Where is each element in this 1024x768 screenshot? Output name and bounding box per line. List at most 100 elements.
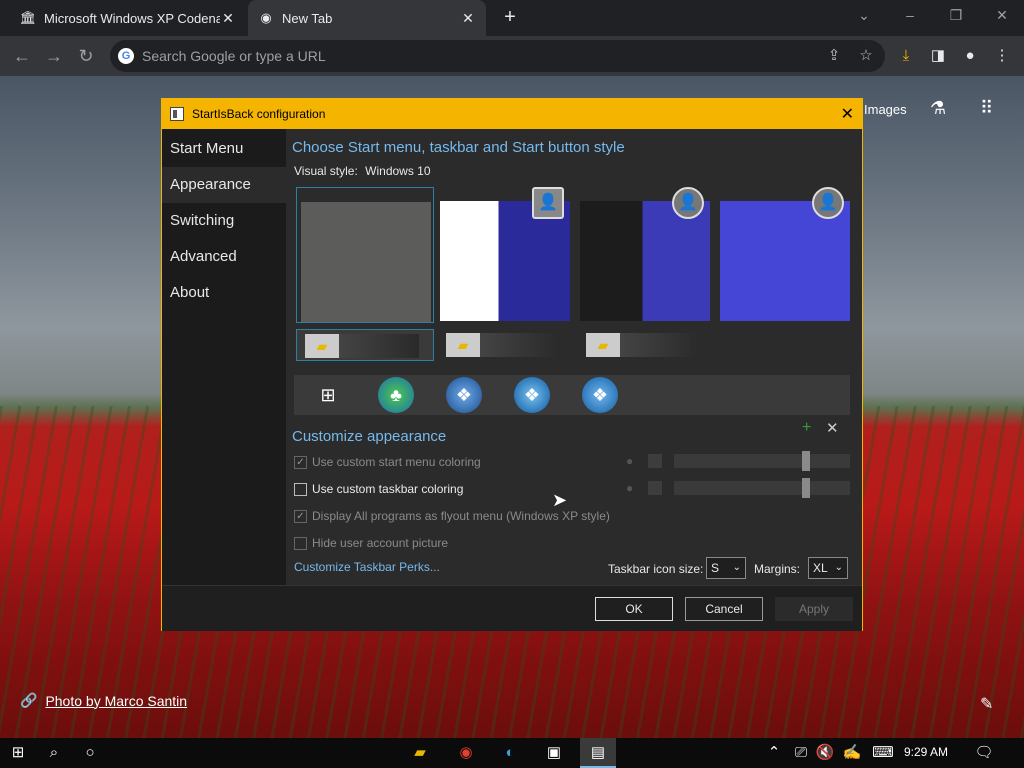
tray-chevron-up-icon[interactable]: ⌃ bbox=[760, 738, 788, 768]
chrome-taskbar-icon[interactable]: ◉ bbox=[448, 738, 484, 768]
tab-title: New Tab bbox=[282, 10, 333, 26]
ok-button[interactable]: OK bbox=[595, 597, 673, 621]
color-swatch[interactable] bbox=[648, 454, 662, 468]
bookmark-star-icon[interactable]: ☆ bbox=[856, 46, 876, 66]
close-tab-icon[interactable]: ✕ bbox=[460, 10, 476, 27]
nav-about[interactable]: About bbox=[162, 275, 286, 311]
start-menu-opacity-slider[interactable] bbox=[674, 451, 850, 471]
browser-toolbar: ← → ↻ G ⇪ ☆ ⤓ ◨ ● ⋮ bbox=[0, 36, 1024, 76]
pen-ink-icon[interactable]: ✍ bbox=[838, 738, 866, 768]
dialog-title: StartIsBack configuration bbox=[192, 107, 326, 121]
side-panel-icon[interactable]: ◨ bbox=[926, 44, 950, 68]
start-menu-style-windows10[interactable] bbox=[296, 187, 434, 323]
store-icon[interactable]: ▣ bbox=[536, 738, 572, 768]
checkbox-label: Display All programs as flyout menu (Win… bbox=[312, 509, 610, 523]
labs-flask-icon[interactable]: ⚗ bbox=[930, 98, 946, 119]
color-drop-icon: ● bbox=[626, 481, 634, 495]
network-icon[interactable]: ⎚ bbox=[788, 738, 814, 768]
nav-switching[interactable]: Switching bbox=[162, 203, 286, 239]
user-avatar-icon: 👤 bbox=[532, 187, 564, 219]
start-menu-style-2[interactable]: 👤 bbox=[436, 187, 574, 323]
start-button-styles: ⊞ ♣ ❖ ❖ ❖ bbox=[294, 375, 850, 415]
omnibox-input[interactable] bbox=[142, 40, 792, 72]
custom-start-menu-coloring-checkbox[interactable]: ✓ Use custom start menu coloring bbox=[294, 453, 481, 471]
keyboard-icon[interactable]: ⌨ bbox=[868, 738, 898, 768]
chevron-down-icon: ⌄ bbox=[834, 562, 843, 573]
profile-avatar-icon[interactable]: ● bbox=[958, 44, 982, 68]
checkbox-label: Use custom start menu coloring bbox=[312, 455, 481, 469]
notifications-icon[interactable]: 🗨 bbox=[966, 738, 1002, 768]
start-menu-style-3[interactable]: 👤 bbox=[576, 187, 714, 323]
photo-credit-text: Photo by Marco Santin bbox=[45, 692, 188, 709]
minimize-icon[interactable]: – bbox=[898, 4, 922, 28]
restore-icon[interactable]: ❐ bbox=[944, 4, 968, 28]
apps-grid-icon[interactable]: ⠿ bbox=[980, 98, 993, 119]
dialog-close-icon[interactable]: ✕ bbox=[841, 104, 854, 124]
tab-title: Microsoft Windows XP Codename bbox=[44, 10, 220, 26]
visual-style-row: Visual style: Windows 10 bbox=[294, 164, 431, 178]
startisback-dialog: StartIsBack configuration ✕ Start Menu A… bbox=[161, 98, 863, 631]
remove-x-icon[interactable]: ✕ bbox=[826, 419, 839, 437]
folder-icon: ▰ bbox=[446, 333, 480, 357]
pencil-icon[interactable]: ✎ bbox=[980, 694, 993, 714]
folder-icon: ▰ bbox=[586, 333, 620, 357]
select-value: XL bbox=[813, 561, 828, 575]
edge-icon[interactable]: ◐ bbox=[492, 738, 528, 768]
add-plus-icon[interactable]: + bbox=[802, 419, 811, 437]
tab-windows-xp[interactable]: 🏛 Microsoft Windows XP Codename ✕ bbox=[10, 0, 246, 36]
windows-taskbar: ⊞ ⌕ ○ ▰ ◉ ◐ ▣ ▤ ⌃ ⎚ 🔇 ✍ ⌨ 9:29 AM 🗨 bbox=[0, 738, 1024, 768]
margins-select[interactable]: XL ⌄ bbox=[808, 557, 848, 579]
images-link[interactable]: Images bbox=[864, 102, 907, 117]
appearance-panel: Choose Start menu, taskbar and Start but… bbox=[286, 129, 862, 585]
share-icon[interactable]: ⇪ bbox=[824, 46, 844, 66]
download-icon[interactable]: ⤓ bbox=[894, 44, 918, 68]
close-window-icon[interactable]: ✕ bbox=[990, 4, 1014, 28]
back-arrow-icon[interactable]: ← bbox=[10, 44, 34, 68]
tab-search-chevron-icon[interactable]: ⌄ bbox=[852, 4, 876, 28]
cancel-button[interactable]: Cancel bbox=[685, 597, 763, 621]
taskbar-style-1[interactable]: ▰ bbox=[296, 329, 434, 361]
customize-taskbar-perks-link[interactable]: Customize Taskbar Perks... bbox=[294, 560, 440, 574]
custom-taskbar-coloring-checkbox[interactable]: Use custom taskbar coloring bbox=[294, 480, 463, 498]
dialog-footer: OK Cancel Apply bbox=[162, 585, 862, 631]
nav-start-menu[interactable]: Start Menu bbox=[162, 131, 286, 167]
file-explorer-icon[interactable]: ▰ bbox=[402, 738, 438, 768]
windows-start-orb-icon-2[interactable]: ❖ bbox=[514, 377, 550, 413]
taskbar-style-2[interactable]: ▰ bbox=[438, 329, 576, 361]
nav-advanced[interactable]: Advanced bbox=[162, 239, 286, 275]
taskbar-style-3[interactable]: ▰ bbox=[578, 329, 716, 361]
slider-thumb[interactable] bbox=[802, 451, 810, 471]
clover-start-orb-icon[interactable]: ♣ bbox=[378, 377, 414, 413]
taskbar-clock[interactable]: 9:29 AM bbox=[904, 745, 948, 759]
cortana-circle-icon[interactable]: ○ bbox=[72, 738, 108, 768]
reload-icon[interactable]: ↻ bbox=[74, 44, 98, 68]
forward-arrow-icon[interactable]: → bbox=[42, 44, 66, 68]
chevron-down-icon: ⌄ bbox=[732, 562, 741, 573]
visual-style-value[interactable]: Windows 10 bbox=[365, 164, 430, 178]
windows10-start-button-icon[interactable]: ⊞ bbox=[318, 377, 338, 413]
startisback-taskbar-icon[interactable]: ▤ bbox=[580, 738, 616, 768]
apply-button[interactable]: Apply bbox=[775, 597, 853, 621]
nav-appearance[interactable]: Appearance bbox=[162, 167, 286, 203]
omnibox[interactable]: G ⇪ ☆ bbox=[110, 40, 885, 72]
windows-start-icon[interactable]: ⊞ bbox=[0, 738, 36, 768]
new-tab-plus-icon[interactable]: + bbox=[498, 6, 522, 30]
taskbar-opacity-slider[interactable] bbox=[674, 478, 850, 498]
start-menu-style-4[interactable]: 👤 bbox=[716, 187, 854, 323]
folder-icon: ▰ bbox=[305, 334, 339, 358]
hide-user-picture-checkbox[interactable]: Hide user account picture bbox=[294, 534, 448, 552]
windows-start-orb-icon-3[interactable]: ❖ bbox=[582, 377, 618, 413]
slider-thumb[interactable] bbox=[802, 478, 810, 498]
search-icon[interactable]: ⌕ bbox=[36, 738, 72, 768]
menu-kebab-icon[interactable]: ⋮ bbox=[990, 44, 1014, 68]
color-swatch[interactable] bbox=[648, 481, 662, 495]
volume-muted-icon[interactable]: 🔇 bbox=[812, 738, 838, 768]
photo-credit-link[interactable]: 🔗 Photo by Marco Santin bbox=[20, 692, 187, 709]
taskbar-icon-size-select[interactable]: S ⌄ bbox=[706, 557, 746, 579]
windows7-start-orb-icon[interactable]: ❖ bbox=[446, 377, 482, 413]
tab-new-tab[interactable]: ◉ New Tab ✕ bbox=[248, 0, 486, 36]
select-value: S bbox=[711, 561, 720, 575]
museum-icon: 🏛 bbox=[19, 10, 37, 25]
close-tab-icon[interactable]: ✕ bbox=[220, 10, 236, 27]
checkbox-box bbox=[294, 536, 307, 550]
